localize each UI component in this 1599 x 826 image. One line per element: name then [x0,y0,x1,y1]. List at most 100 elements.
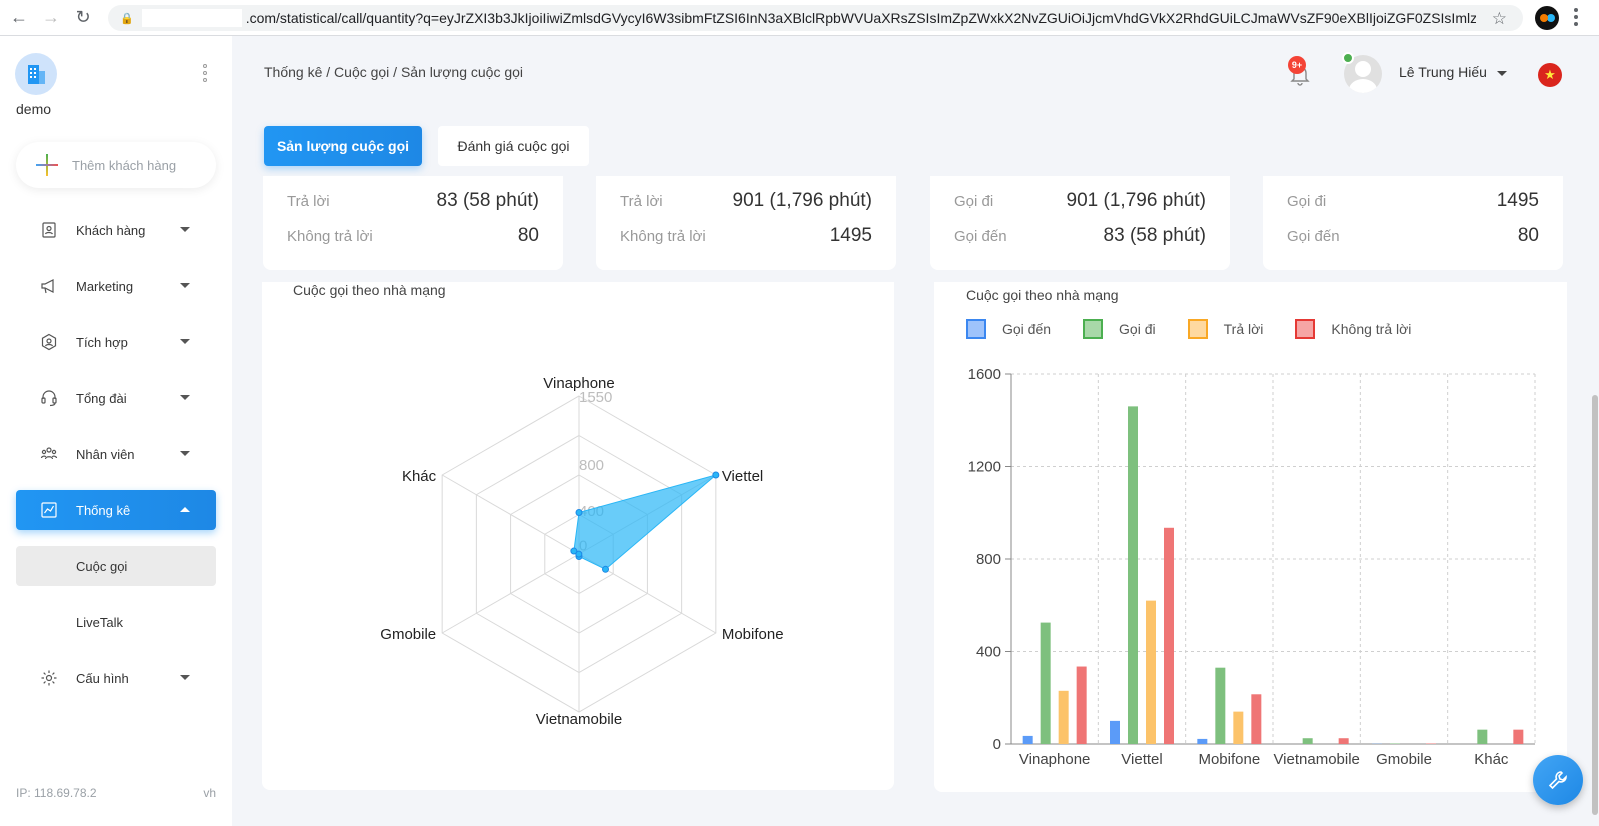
sidebar-subitem-calls[interactable]: Cuộc gọi [16,546,216,586]
stat-row: Gọi đến 80 [1287,225,1539,260]
stat-label: Gọi đi [954,193,994,210]
stat-label: Không trả lời [287,228,373,245]
stat-card: Trả lời 901 (1,796 phút) Không trả lời 149… [596,176,896,270]
radar-data-area [573,474,717,570]
y-axis-tick-label: 1200 [968,459,1001,476]
stat-row: Không trả lời 1495 [620,225,872,260]
bar [1513,729,1524,744]
bookmark-star-icon[interactable]: ☆ [1492,9,1507,29]
headset-icon [40,389,58,407]
stat-label: Không trả lời [620,228,706,245]
forward-icon[interactable]: → [38,5,64,31]
sidebar-item-label: Tổng đài [76,390,127,406]
version-label: vh [203,786,216,800]
vietnam-flag-icon[interactable]: ★ [1538,63,1562,87]
chevron-down-icon [180,675,190,680]
sidebar-options-icon[interactable] [203,64,209,85]
radar-axis-label: Gmobile [380,626,436,643]
profile-avatar-icon[interactable] [1535,6,1559,30]
browser-menu-icon[interactable] [1574,8,1578,28]
tools-fab-button[interactable] [1533,755,1583,805]
gear-icon [40,669,58,687]
tab-call-evaluation[interactable]: Đánh giá cuộc gọi [438,126,589,166]
chevron-down-icon [180,227,190,232]
stat-row: Trả lời 83 (58 phút) [287,190,539,225]
sidebar-item-statistics[interactable]: Thống kê [16,490,216,530]
radar-chart: 04008001550VinaphoneViettelMobifoneVietn… [380,375,784,728]
radar-data-point [575,509,583,517]
plus-icon [36,154,58,176]
wrench-icon [1548,771,1567,790]
x-axis-tick-label: Mobifone [1198,751,1260,768]
bar [1251,694,1262,744]
bar [1338,738,1349,744]
sidebar-item-label: Nhân viên [76,446,135,462]
stat-card: Gọi đi 1495 Gọi đến 80 [1263,176,1563,270]
bar [1302,738,1313,744]
radar-axis-label: Khác [402,468,437,485]
y-axis-tick-label: 400 [976,644,1001,661]
sidebar-item-integration[interactable]: Tích hợp [16,322,216,362]
radar-axis-label: Vinaphone [543,375,614,392]
sidebar-item-label: Thống kê [76,502,131,518]
sidebar-subitem-livetalk[interactable]: LiveTalk [16,602,216,642]
sidebar-item-customers[interactable]: Khách hàng [16,210,216,250]
back-icon[interactable]: ← [6,5,32,31]
stat-value: 1495 [829,225,872,246]
bar [1146,600,1156,744]
stat-card: Gọi đi 901 (1,796 phút) Gọi đến 83 (58 phú… [930,176,1230,270]
chart-icon [40,501,58,519]
sidebar-item-switchboard[interactable]: Tổng đài [16,378,216,418]
online-status-dot [1342,52,1354,64]
stat-card: Trả lời 83 (58 phút) Không trả lời 80 [263,176,563,270]
stat-value: 80 [1517,225,1539,246]
user-name[interactable]: Lê Trung Hiếu [1399,64,1487,80]
lock-icon: 🔒 [120,12,134,25]
sidebar-item-marketing[interactable]: Marketing [16,266,216,306]
browser-chrome: ← → ↻ 🔒 .com/statistical/call/quantity?q… [0,0,1599,36]
stat-value: 83 (58 phút) [436,190,539,211]
reload-icon[interactable]: ↻ [70,5,96,31]
sidebar-item-staff[interactable]: Nhân viên [16,434,216,474]
sidebar-item-label: Khách hàng [76,222,146,238]
chevron-up-icon [180,507,190,512]
bar [1197,738,1208,744]
stat-row: Trả lời 901 (1,796 phút) [620,190,872,225]
bar-chart: 0 400 800 1200 1600 Vinaphone Viettel Mobifone V… [968,366,1536,768]
chevron-down-icon [180,451,190,456]
y-axis-tick-label: 1600 [968,366,1001,383]
stat-row: Gọi đến 83 (58 phút) [954,225,1206,260]
sidebar-item-label: Marketing [76,278,134,294]
radar-tick-label: 800 [579,457,604,474]
url-text: .com/statistical/call/quantity?q=eyJrZXI… [245,10,1476,26]
user-menu-chevron-icon[interactable] [1497,71,1507,76]
bar [1215,667,1226,744]
x-axis-tick-label: Gmobile [1376,751,1432,768]
stat-value: 901 (1,796 phút) [1066,190,1206,211]
address-bar[interactable]: 🔒 .com/statistical/call/quantity?q=eyJrZ… [108,5,1523,31]
add-customer-label: Thêm khách hàng [72,157,177,173]
bar [1128,406,1138,744]
radar-data-point [570,547,578,555]
add-customer-button[interactable]: Thêm khách hàng [16,142,216,188]
x-axis-tick-label: Khác [1474,751,1509,768]
radar-axis-label: Mobifone [722,626,784,643]
sidebar-item-label: Tích hợp [76,334,128,350]
radar-data-point [712,471,720,479]
stat-row: Gọi đi 1495 [1287,190,1539,225]
tab-call-volume[interactable]: Sản lượng cuộc gọi [264,126,422,166]
bar [1022,735,1033,744]
notification-badge: 9+ [1288,56,1306,74]
integration-icon [40,333,58,351]
ip-address: IP: 118.69.78.2 [16,786,97,800]
bar [1233,711,1244,744]
sidebar-item-settings[interactable]: Cấu hình [16,658,216,698]
y-axis-tick-label: 800 [976,551,1001,568]
company-name: demo [16,101,52,117]
page-scrollbar[interactable] [1592,395,1598,815]
building-logo-icon [15,53,57,95]
bar [1076,666,1087,744]
stat-label: Trả lời [287,193,330,210]
stat-label: Gọi đi [1287,193,1327,210]
team-icon [40,445,58,463]
